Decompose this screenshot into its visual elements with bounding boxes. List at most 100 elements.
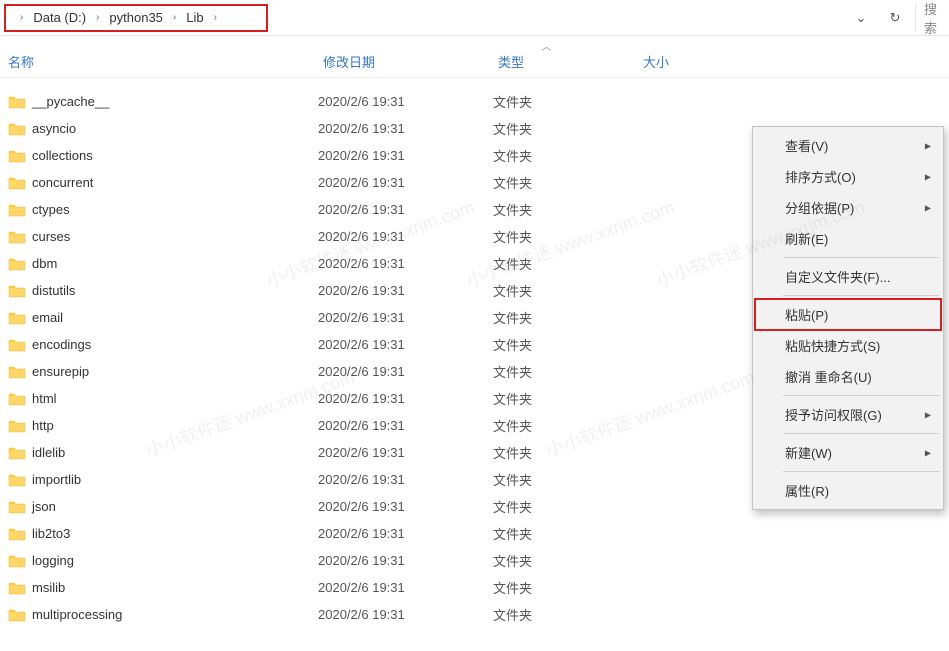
menu-item[interactable]: 查看(V) bbox=[755, 130, 941, 161]
folder-icon bbox=[8, 176, 26, 190]
file-date: 2020/2/6 19:31 bbox=[318, 175, 493, 190]
file-type: 文件夹 bbox=[493, 443, 638, 462]
file-name: json bbox=[32, 499, 56, 514]
columns-header: 名称 修改日期 类型 大小 bbox=[0, 50, 949, 78]
folder-icon bbox=[8, 608, 26, 622]
refresh-icon[interactable]: ↻ bbox=[885, 10, 905, 26]
file-name: lib2to3 bbox=[32, 526, 70, 541]
file-name: multiprocessing bbox=[32, 607, 122, 622]
column-header-date[interactable]: 修改日期 bbox=[323, 52, 498, 71]
file-name: dbm bbox=[32, 256, 57, 271]
folder-icon bbox=[8, 473, 26, 487]
chevron-down-icon[interactable]: ⌄ bbox=[851, 10, 871, 26]
file-type: 文件夹 bbox=[493, 119, 638, 138]
file-row[interactable]: multiprocessing 2020/2/6 19:31文件夹 bbox=[0, 601, 949, 628]
file-type: 文件夹 bbox=[493, 146, 638, 165]
folder-icon bbox=[8, 149, 26, 163]
file-date: 2020/2/6 19:31 bbox=[318, 283, 493, 298]
folder-icon bbox=[8, 338, 26, 352]
menu-separator bbox=[783, 257, 939, 258]
file-type: 文件夹 bbox=[493, 416, 638, 435]
file-row[interactable]: lib2to3 2020/2/6 19:31文件夹 bbox=[0, 520, 949, 547]
file-type: 文件夹 bbox=[493, 281, 638, 300]
menu-separator bbox=[783, 295, 939, 296]
file-row[interactable]: msilib2020/2/6 19:31文件夹 bbox=[0, 574, 949, 601]
file-date: 2020/2/6 19:31 bbox=[318, 418, 493, 433]
file-date: 2020/2/6 19:31 bbox=[318, 364, 493, 379]
folder-icon bbox=[8, 122, 26, 136]
file-date: 2020/2/6 19:31 bbox=[318, 337, 493, 352]
file-type: 文件夹 bbox=[493, 497, 638, 516]
file-date: 2020/2/6 19:31 bbox=[318, 607, 493, 622]
column-header-name[interactable]: 名称 bbox=[8, 52, 323, 71]
breadcrumb-highlighted[interactable]: › Data (D:) › python35 › Lib › bbox=[4, 4, 268, 32]
breadcrumb-item[interactable]: Lib bbox=[182, 8, 207, 27]
file-date: 2020/2/6 19:31 bbox=[318, 526, 493, 541]
menu-item[interactable]: 属性(R) bbox=[755, 475, 941, 506]
folder-icon bbox=[8, 392, 26, 406]
menu-item[interactable]: 授予访问权限(G) bbox=[755, 399, 941, 430]
file-type: 文件夹 bbox=[493, 524, 638, 543]
chevron-right-icon: › bbox=[167, 12, 182, 23]
menu-separator bbox=[783, 395, 939, 396]
file-name: ctypes bbox=[32, 202, 70, 217]
folder-icon bbox=[8, 581, 26, 595]
folder-icon bbox=[8, 527, 26, 541]
file-type: 文件夹 bbox=[493, 605, 638, 624]
menu-item[interactable]: 自定义文件夹(F)... bbox=[755, 261, 941, 292]
folder-icon bbox=[8, 203, 26, 217]
file-name: http bbox=[32, 418, 54, 433]
file-date: 2020/2/6 19:31 bbox=[318, 202, 493, 217]
menu-item[interactable]: 排序方式(O) bbox=[755, 161, 941, 192]
file-date: 2020/2/6 19:31 bbox=[318, 256, 493, 271]
search-input[interactable]: 搜索 bbox=[915, 4, 945, 32]
file-date: 2020/2/6 19:31 bbox=[318, 310, 493, 325]
menu-item[interactable]: 刷新(E) bbox=[755, 223, 941, 254]
file-type: 文件夹 bbox=[493, 200, 638, 219]
file-type: 文件夹 bbox=[493, 362, 638, 381]
menu-item[interactable]: 粘贴(P) bbox=[755, 299, 941, 330]
folder-icon bbox=[8, 419, 26, 433]
file-type: 文件夹 bbox=[493, 254, 638, 273]
file-date: 2020/2/6 19:31 bbox=[318, 94, 493, 109]
file-name: logging bbox=[32, 553, 74, 568]
menu-item[interactable]: 撤消 重命名(U) bbox=[755, 361, 941, 392]
folder-icon bbox=[8, 95, 26, 109]
file-type: 文件夹 bbox=[493, 551, 638, 570]
chevron-right-icon: › bbox=[14, 12, 29, 23]
folder-icon bbox=[8, 500, 26, 514]
breadcrumb-item[interactable]: Data (D:) bbox=[29, 8, 90, 27]
file-date: 2020/2/6 19:31 bbox=[318, 148, 493, 163]
file-row[interactable]: logging 2020/2/6 19:31文件夹 bbox=[0, 547, 949, 574]
context-menu: 查看(V)排序方式(O)分组依据(P)刷新(E) 自定义文件夹(F)... 粘贴(P… bbox=[752, 126, 944, 510]
menu-item[interactable]: 新建(W) bbox=[755, 437, 941, 468]
file-row[interactable]: __pycache__2020/2/6 19:31文件夹 bbox=[0, 88, 949, 115]
file-name: email bbox=[32, 310, 63, 325]
file-date: 2020/2/6 19:31 bbox=[318, 580, 493, 595]
breadcrumb-item[interactable]: python35 bbox=[105, 8, 167, 27]
folder-icon bbox=[8, 311, 26, 325]
folder-icon bbox=[8, 554, 26, 568]
file-name: distutils bbox=[32, 283, 75, 298]
folder-icon bbox=[8, 230, 26, 244]
file-name: curses bbox=[32, 229, 70, 244]
file-date: 2020/2/6 19:31 bbox=[318, 553, 493, 568]
column-header-size[interactable]: 大小 bbox=[643, 52, 743, 71]
file-date: 2020/2/6 19:31 bbox=[318, 229, 493, 244]
file-name: ensurepip bbox=[32, 364, 89, 379]
folder-icon bbox=[8, 446, 26, 460]
file-type: 文件夹 bbox=[493, 227, 638, 246]
file-name: msilib bbox=[32, 580, 65, 595]
file-name: encodings bbox=[32, 337, 91, 352]
file-name: importlib bbox=[32, 472, 81, 487]
file-type: 文件夹 bbox=[493, 173, 638, 192]
address-bar-empty[interactable] bbox=[274, 4, 851, 32]
file-date: 2020/2/6 19:31 bbox=[318, 391, 493, 406]
file-name: collections bbox=[32, 148, 93, 163]
file-name: idlelib bbox=[32, 445, 65, 460]
menu-item[interactable]: 粘贴快捷方式(S) bbox=[755, 330, 941, 361]
menu-separator bbox=[783, 471, 939, 472]
menu-item[interactable]: 分组依据(P) bbox=[755, 192, 941, 223]
column-header-type[interactable]: 类型 bbox=[498, 52, 643, 71]
folder-icon bbox=[8, 284, 26, 298]
